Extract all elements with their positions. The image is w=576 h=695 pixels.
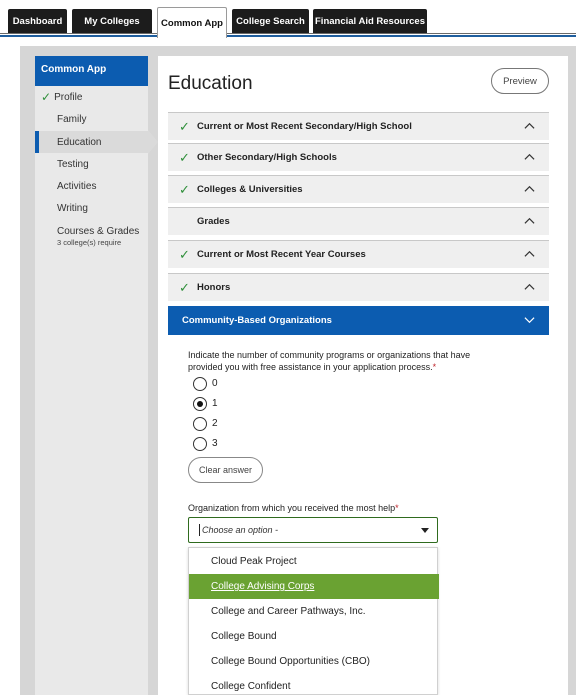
tab-accent-line (0, 35, 157, 37)
chevron-up-icon (524, 250, 535, 257)
sidebar-item-family[interactable]: Family (35, 108, 148, 130)
sidebar-item-label: Testing (57, 158, 89, 170)
sidebar-item-education[interactable]: Education (35, 131, 148, 153)
sidebar-item-sublabel: 3 college(s) require (57, 237, 122, 247)
tab-divider (227, 33, 576, 34)
sidebar-item-label: Writing (57, 202, 88, 214)
required-mark: * (432, 362, 437, 372)
sidebar-item-testing[interactable]: Testing (35, 153, 148, 175)
section-label: Colleges & Universities (197, 184, 303, 195)
section-current-high-school[interactable]: ✓ Current or Most Recent Secondary/High … (168, 112, 549, 140)
page-title: Education (168, 73, 253, 94)
sidebar-item-label: Courses & Grades (57, 225, 140, 237)
organization-dropdown-list: Cloud Peak Project College Advising Corp… (188, 547, 439, 695)
question-text: Organization from which you received the… (188, 503, 396, 513)
chevron-up-icon (524, 122, 535, 129)
chevron-up-icon (524, 185, 535, 192)
tab-dashboard[interactable]: Dashboard (8, 9, 67, 33)
chevron-up-icon (524, 283, 535, 290)
text-cursor (199, 524, 200, 536)
section-honors[interactable]: ✓ Honors (168, 273, 549, 301)
question-text: Indicate the number of community program… (188, 350, 471, 372)
tab-accent-line (227, 35, 576, 37)
dropdown-option[interactable]: College Bound (189, 624, 439, 649)
section-label: Other Secondary/High Schools (197, 152, 337, 163)
section-label: Honors (197, 282, 231, 293)
dropdown-option[interactable]: College Confident (189, 674, 439, 695)
tab-common-app[interactable]: Common App (157, 7, 227, 38)
section-other-high-schools[interactable]: ✓ Other Secondary/High Schools (168, 143, 549, 171)
check-icon: ✓ (179, 181, 190, 197)
radio-label: 2 (212, 418, 218, 429)
radio-1[interactable] (193, 397, 207, 411)
organization-select[interactable]: Choose an option - (188, 517, 438, 543)
active-pointer (148, 130, 158, 154)
tab-financial-aid-resources[interactable]: Financial Aid Resources (313, 9, 427, 33)
check-icon: ✓ (41, 90, 52, 104)
radio-label: 3 (212, 438, 218, 449)
chevron-up-icon (524, 217, 535, 224)
dropdown-option[interactable]: College and Career Pathways, Inc. (189, 599, 439, 624)
section-label: Current or Most Recent Secondary/High Sc… (197, 121, 412, 132)
radio-0[interactable] (193, 377, 207, 391)
radio-3[interactable] (193, 437, 207, 451)
section-label: Current or Most Recent Year Courses (197, 249, 366, 260)
sidebar-item-label: Activities (57, 180, 97, 192)
sidebar-item-activities[interactable]: Activities (35, 175, 148, 197)
section-colleges-universities[interactable]: ✓ Colleges & Universities (168, 175, 549, 203)
sidebar-item-label: Family (57, 113, 87, 125)
tab-college-search[interactable]: College Search (232, 9, 309, 33)
dropdown-option[interactable]: College Bound Opportunities (CBO) (189, 649, 439, 674)
sidebar-item-profile[interactable]: ✓ Profile (35, 86, 148, 108)
check-icon: ✓ (179, 149, 190, 165)
radio-label: 0 (212, 378, 218, 389)
check-icon: ✓ (179, 279, 190, 295)
sidebar-item-label: Profile (54, 91, 83, 103)
tab-my-colleges[interactable]: My Colleges (72, 9, 152, 33)
sidebar-header: Common App (35, 56, 148, 86)
dropdown-option-highlighted[interactable]: College Advising Corps (189, 574, 439, 599)
preview-button[interactable]: Preview (491, 68, 549, 94)
tab-divider (0, 33, 157, 34)
caret-down-icon (421, 528, 429, 533)
section-label: Grades (197, 216, 230, 227)
top-tab-bar: Dashboard My Colleges Common App College… (0, 0, 576, 40)
required-mark: * (395, 503, 399, 513)
section-grades[interactable]: Grades (168, 207, 549, 235)
sidebar-item-label: Education (57, 136, 102, 148)
section-recent-year-courses[interactable]: ✓ Current or Most Recent Year Courses (168, 240, 549, 268)
section-label: Community-Based Organizations (182, 315, 332, 326)
dropdown-option[interactable]: Cloud Peak Project (189, 549, 439, 574)
check-icon: ✓ (179, 118, 190, 134)
question-organization: Organization from which you received the… (188, 503, 399, 513)
check-icon: ✓ (179, 246, 190, 262)
question-community-programs: Indicate the number of community program… (188, 349, 488, 373)
clear-answer-button[interactable]: Clear answer (188, 457, 263, 483)
sidebar-item-writing[interactable]: Writing (35, 197, 148, 219)
radio-label: 1 (212, 398, 218, 409)
select-placeholder: Choose an option - (202, 525, 279, 535)
section-community-based-organizations[interactable]: Community-Based Organizations (168, 306, 549, 335)
sidebar-item-courses-grades[interactable]: Courses & Grades 3 college(s) require (35, 222, 148, 250)
radio-2[interactable] (193, 417, 207, 431)
sidebar: Common App ✓ Profile Family Education Tes… (35, 56, 148, 695)
chevron-down-icon (524, 317, 535, 324)
chevron-up-icon (524, 153, 535, 160)
